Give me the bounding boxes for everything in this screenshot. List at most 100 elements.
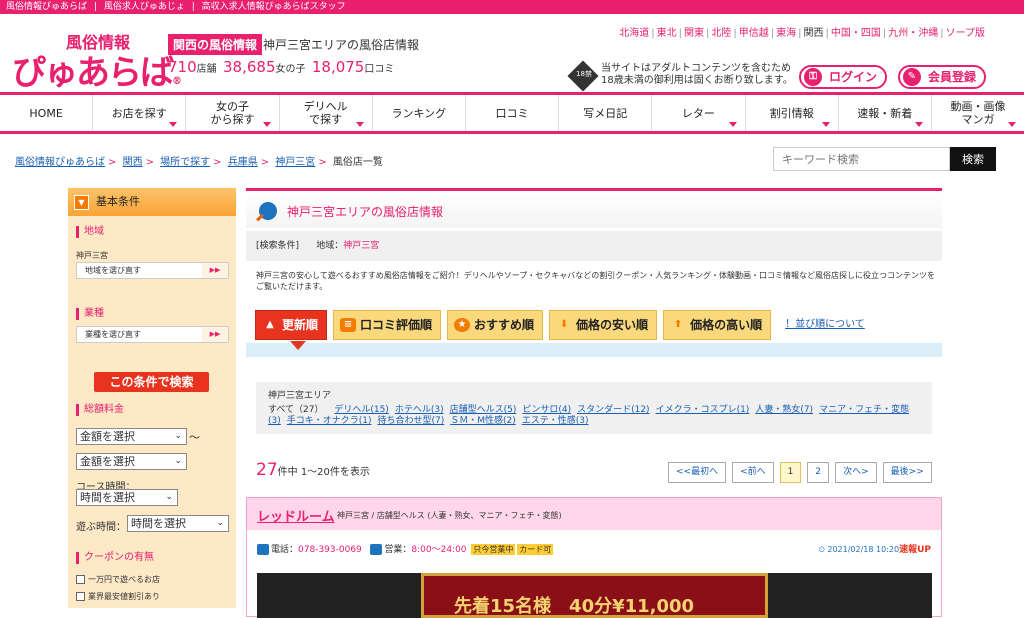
breadcrumb-hyogo[interactable]: 兵庫県 <box>228 157 258 168</box>
register-button[interactable]: ✎ 会員登録 <box>898 65 986 89</box>
coupon-checkbox-2[interactable]: 業界最安値割引あり <box>76 591 160 602</box>
nav-item[interactable]: 写メ日記 <box>558 95 651 131</box>
breadcrumb-current: 風俗店一覧 <box>332 157 383 168</box>
pager-item[interactable]: <前へ <box>732 462 774 483</box>
category-link[interactable]: 手コキ・オナクラ(1) <box>287 416 372 426</box>
nav-item[interactable]: 割引情報 <box>744 95 838 131</box>
region-link[interactable]: 北陸 <box>711 28 731 39</box>
search-button[interactable]: 検索 <box>950 147 996 171</box>
category-link[interactable]: ホテヘル(3) <box>395 405 444 415</box>
arrow-down-icon: ⬇ <box>559 319 569 330</box>
shop-update-date: ⏲ 2021/02/18 10:20速報UP <box>818 545 931 555</box>
category-link[interactable]: デリヘル(15) <box>334 405 388 415</box>
separator: | <box>678 28 682 39</box>
type-reselect-button[interactable]: 業種を選び直す ▶▶ <box>76 326 229 343</box>
search-conditions: [検索条件] 地域：神戸三宮 <box>246 231 942 261</box>
region-link[interactable]: 北海道 <box>619 28 649 39</box>
nav-item[interactable]: 速報・新着 <box>837 95 931 131</box>
breadcrumb-home[interactable]: 風俗情報ぴゅあらば <box>15 157 105 168</box>
phone-icon <box>257 544 269 555</box>
chevron-down-icon: ⌄ <box>174 431 182 441</box>
top-link-pyuajo[interactable]: 風俗求人ぴゅあじょ <box>104 2 185 12</box>
nav-item[interactable]: 動画・画像 マンガ <box>930 95 1024 131</box>
region-link[interactable]: 関東 <box>684 28 704 39</box>
region-link[interactable]: 甲信越 <box>739 28 769 39</box>
category-link[interactable]: ピンサロ(4) <box>522 405 571 415</box>
nav-item-label: デリヘル で探す <box>303 100 348 126</box>
login-button[interactable]: ⚿ ログイン <box>799 65 887 89</box>
top-link-staff[interactable]: 高収入求人情報ぴゅあらばスタッフ <box>202 2 346 12</box>
nav-item[interactable]: 女の子 から探す <box>185 95 278 131</box>
tab-updated[interactable]: ▲ 更新順 <box>255 310 328 340</box>
area-category-title: 神戸三宮エリア <box>268 391 332 401</box>
dropdown-triangle-icon <box>1008 122 1017 127</box>
category-link[interactable]: イメクラ・コスプレ(1) <box>656 405 750 415</box>
category-link[interactable]: 店舗型ヘルス(5) <box>450 405 517 415</box>
nav-item[interactable]: お店を探す <box>92 95 185 131</box>
sidebar-filters: ▼ 基本条件 地域 神戸三宮 地域を選び直す ▶▶ 業種 業種を選び直す ▶▶ この条… <box>68 188 236 608</box>
nav-item-label: 割引情報 <box>769 106 814 120</box>
nav-item[interactable]: ランキング <box>371 95 465 131</box>
pagination: <<最初へ <前へ 1 2 次へ> 最後>> <box>662 462 932 483</box>
price-max-select[interactable]: 金額を選択 ⌄ <box>76 453 187 470</box>
top-link-pyuarabar[interactable]: 風俗情報ぴゅあらば <box>6 2 87 12</box>
shop-phone[interactable]: 078-393-0069 <box>298 545 362 555</box>
tab-review-rating[interactable]: ≡ 口コミ評価順 <box>333 310 442 340</box>
sidebar-header[interactable]: ▼ 基本条件 <box>68 188 236 216</box>
shop-banner-image[interactable]: 先着15名様 40分¥11,000 <box>257 573 932 618</box>
filter-search-button[interactable]: この条件で検索 <box>94 372 209 392</box>
category-link[interactable]: 待ち合わせ型(7) <box>378 416 445 426</box>
category-link[interactable]: ＳＭ・M性感(2) <box>450 416 516 426</box>
region-badge: 関西の風俗情報 <box>168 34 263 55</box>
comment-icon: ≡ <box>340 318 357 332</box>
keyword-search-input[interactable] <box>773 147 950 171</box>
tab-price-high[interactable]: ⬆ 価格の高い順 <box>663 310 772 340</box>
main-title: 神戸三宮エリアの風俗店情報 <box>287 205 444 219</box>
region-link[interactable]: 関西 <box>803 28 823 39</box>
coupon-checkbox-1[interactable]: 一万円で遊べるお店 <box>76 574 160 585</box>
area-reselect-button[interactable]: 地域を選び直す ▶▶ <box>76 262 229 279</box>
price-min-select[interactable]: 金額を選択 ⌄ <box>76 428 187 445</box>
pager-item[interactable]: <<最初へ <box>668 462 727 483</box>
region-link[interactable]: 東北 <box>657 28 677 39</box>
pager-item[interactable]: 次へ> <box>835 462 877 483</box>
header: 風俗情報 ぴゅあらば® 関西の風俗情報 神戸三宮エリアの風俗店情報 710店舗 … <box>0 14 1024 93</box>
pager-item[interactable]: 1 <box>779 462 802 483</box>
region-link[interactable]: ソープ版 <box>946 28 985 39</box>
nav-item-label: ランキング <box>391 106 447 120</box>
main-nav: HOME お店を探す 女の子 から探す デリヘル で探す ランキング 口コミ 写メ日記 レター 割引… <box>0 92 1024 134</box>
chevron-down-icon: ▼ <box>74 195 89 210</box>
category-link[interactable]: 人妻・熟女(7) <box>755 405 813 415</box>
play-time-select[interactable]: 時間を選択 ⌄ <box>127 515 229 532</box>
course-time-select[interactable]: 時間を選択 ⌄ <box>76 489 178 506</box>
nav-item[interactable]: HOME <box>0 95 92 131</box>
nav-item[interactable]: デリヘル で探す <box>278 95 372 131</box>
region-link[interactable]: 九州・沖縄 <box>888 28 938 39</box>
top-bar: 風俗情報ぴゅあらば | 風俗求人ぴゅあじょ | 高収入求人情報ぴゅあらばスタッフ <box>0 0 1024 14</box>
nav-item[interactable]: 口コミ <box>464 95 558 131</box>
dropdown-triangle-icon <box>355 122 364 127</box>
tab-price-low[interactable]: ⬇ 価格の安い順 <box>549 310 658 340</box>
site-logo[interactable]: 風俗情報 ぴゅあらば® <box>12 25 182 93</box>
category-link[interactable]: エステ・性感(3) <box>522 416 589 426</box>
breadcrumb-place[interactable]: 場所で探す <box>160 157 210 168</box>
region-link[interactable]: 中国・四国 <box>831 28 881 39</box>
pager-item[interactable]: 最後>> <box>882 462 932 483</box>
breadcrumb-kansai[interactable]: 関西 <box>123 157 143 168</box>
arrow-up-icon: ⬆ <box>673 319 683 330</box>
shop-card: レッドルーム 神戸三宮 / 店舗型ヘルス (人妻・熟女、マニア・フェチ・変態) … <box>246 497 942 618</box>
shop-name-link[interactable]: レッドルーム <box>257 506 335 525</box>
breadcrumb-kobe[interactable]: 神戸三宮 <box>275 157 315 168</box>
dropdown-triangle-icon <box>728 122 737 127</box>
open-now-badge: 只今営業中 <box>471 544 516 555</box>
category-link[interactable]: スタンダード(12) <box>577 405 649 415</box>
nav-item[interactable]: レター <box>651 95 744 131</box>
separator: | <box>825 28 829 39</box>
site-stats: 710店舗 38,685女の子 18,075口コミ <box>168 58 395 76</box>
tab-recommended[interactable]: ★ おすすめ順 <box>447 310 544 340</box>
sort-order-help-link[interactable]: ！並び順について <box>785 310 865 344</box>
pager-item[interactable]: 2 <box>807 462 830 483</box>
key-icon: ⚿ <box>804 68 822 86</box>
result-count: 27件中 1〜20件を表示 <box>256 460 370 480</box>
region-link[interactable]: 東海 <box>776 28 796 39</box>
